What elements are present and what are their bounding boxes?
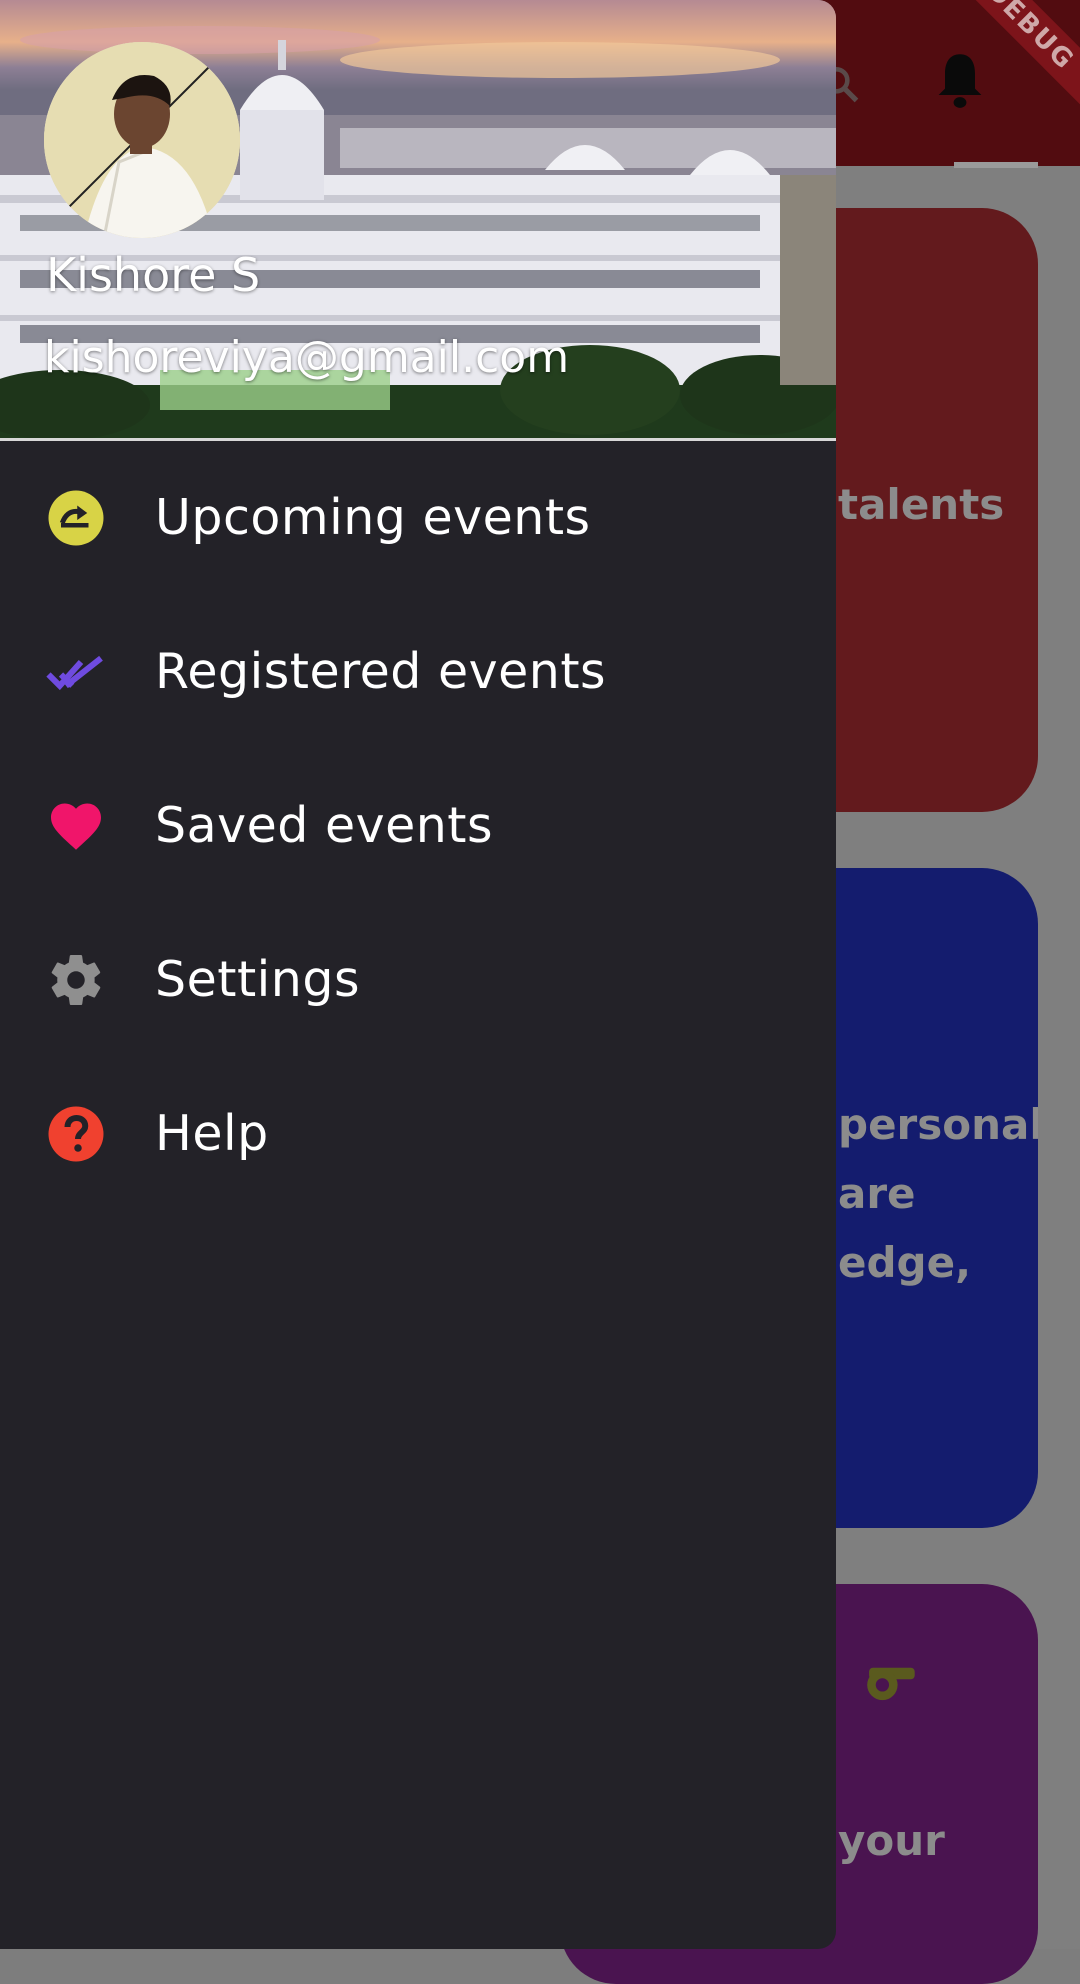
profile-photo [44, 42, 240, 238]
bell-icon[interactable] [934, 50, 986, 110]
menu-item-label: Registered events [155, 643, 607, 700]
menu-item-help[interactable]: Help [0, 1054, 836, 1208]
menu-item-label: Saved events [155, 797, 494, 854]
navigation-drawer: Kishore S kishoreviya@gmail.com Upcoming… [0, 0, 836, 1949]
drawer-menu: Upcoming events Registered events Saved … [0, 438, 836, 1208]
double-check-icon [46, 655, 103, 691]
avatar[interactable] [44, 42, 240, 238]
menu-item-label: Upcoming events [155, 489, 591, 546]
upcoming-icon [48, 490, 104, 546]
gear-icon [51, 955, 101, 1006]
menu-item-upcoming-events[interactable]: Upcoming events [0, 438, 836, 592]
menu-item-saved-events[interactable]: Saved events [0, 746, 836, 900]
user-name: Kishore S [46, 248, 261, 302]
menu-item-registered-events[interactable]: Registered events [0, 592, 836, 746]
menu-item-label: Settings [155, 951, 360, 1008]
menu-item-label: Help [155, 1105, 269, 1162]
tab-indicator [954, 162, 1038, 168]
heart-icon [51, 803, 101, 850]
help-icon [48, 1106, 104, 1162]
user-email: kishoreviya@gmail.com [44, 332, 570, 383]
whistle-icon [867, 1667, 915, 1701]
menu-item-settings[interactable]: Settings [0, 900, 836, 1054]
drawer-header: Kishore S kishoreviya@gmail.com [0, 0, 836, 441]
